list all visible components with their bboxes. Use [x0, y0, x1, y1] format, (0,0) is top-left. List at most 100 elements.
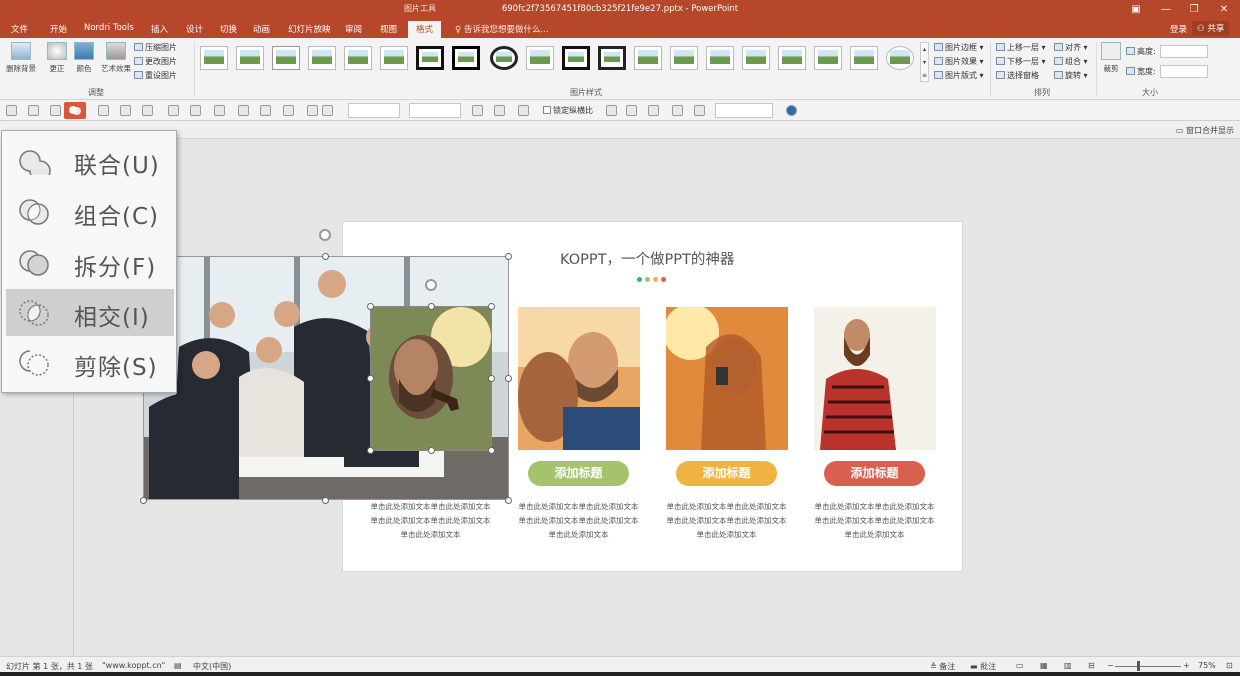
picture-layout-button[interactable]: 图片版式 ▾ [934, 70, 984, 81]
ribbon-display-icon[interactable]: ▣ [1126, 2, 1146, 18]
card-body-text[interactable]: 单击此处添加文本单击此处添加文本 单击此处添加文本单击此处添加文本 单击此处添加文本 [659, 500, 794, 542]
picture-style-option[interactable] [634, 46, 662, 70]
picture-style-option[interactable] [850, 46, 878, 70]
group-button[interactable]: 组合 ▾ [1054, 56, 1088, 67]
slideshow-view-icon[interactable]: ⊟ [1088, 661, 1095, 670]
shape-height-input[interactable] [348, 103, 400, 118]
corrections-button[interactable]: 更正 [44, 42, 70, 74]
menu-item-combine[interactable]: 组合(C) [6, 188, 174, 235]
card-photo-2[interactable] [518, 307, 640, 450]
picture-style-option[interactable] [490, 46, 518, 70]
resize-handle[interactable] [367, 375, 374, 382]
draw-tool-icon[interactable] [694, 105, 705, 116]
picture-style-option[interactable] [272, 46, 300, 70]
card-body-text[interactable]: 单击此处添加文本单击此处添加文本 单击此处添加文本单击此处添加文本 单击此处添加文本 [511, 500, 646, 542]
picture-style-option[interactable] [562, 46, 590, 70]
artistic-effects-button[interactable]: 艺术效果 [98, 42, 134, 74]
tab-slideshow[interactable]: 幻灯片放映 [288, 23, 331, 35]
resize-handle[interactable] [367, 447, 374, 454]
draw-tool-icon[interactable] [50, 105, 61, 116]
menu-item-subtract[interactable]: 剪除(S) [6, 339, 174, 386]
reading-view-icon[interactable]: ▥ [1064, 661, 1072, 670]
resize-handle[interactable] [488, 303, 495, 310]
minimize-icon[interactable]: — [1156, 2, 1176, 18]
rotate-button[interactable]: 旋转 ▾ [1054, 70, 1088, 81]
reset-picture-button[interactable]: 重设图片 [134, 70, 177, 81]
bring-forward-button[interactable]: 上移一层 ▾ [996, 42, 1046, 53]
card-body-text[interactable]: 单击此处添加文本单击此处添加文本 单击此处添加文本单击此处添加文本 单击此处添加文本 [363, 500, 498, 542]
picture-border-button[interactable]: 图片边框 ▾ [934, 42, 984, 53]
draw-tool-icon[interactable] [28, 105, 39, 116]
merge-shapes-button[interactable] [64, 102, 86, 119]
remove-background-button[interactable]: 删除背景 [4, 42, 38, 74]
menu-item-intersect[interactable]: 相交(I) [6, 289, 174, 336]
draw-tool-icon[interactable] [648, 105, 659, 116]
resize-handle[interactable] [322, 497, 329, 504]
restore-icon[interactable]: ❐ [1184, 2, 1204, 18]
zoom-out-icon[interactable]: − [1107, 661, 1114, 670]
lock-aspect-checkbox[interactable]: 锁定纵横比 [543, 105, 593, 116]
draw-tool-icon[interactable] [672, 105, 683, 116]
draw-tool-icon[interactable] [472, 105, 483, 116]
tab-design[interactable]: 设计 [186, 23, 203, 35]
rotate-handle-icon[interactable] [425, 279, 437, 291]
merge-windows-button[interactable]: ▭ 窗口合并显示 [1176, 125, 1234, 136]
picture-effects-button[interactable]: 图片效果 ▾ [934, 56, 984, 67]
bearded-man-pipe-photo[interactable] [370, 306, 492, 451]
tab-review[interactable]: 审阅 [345, 23, 362, 35]
gallery-scroll[interactable]: ▴ ▾ ≡ [920, 42, 929, 82]
picture-style-option[interactable] [200, 46, 228, 70]
fit-slide-icon[interactable]: ⊡ [1226, 661, 1233, 670]
draw-tool-icon[interactable] [168, 105, 179, 116]
draw-tool-icon[interactable] [606, 105, 617, 116]
draw-tool-icon[interactable] [98, 105, 109, 116]
picture-style-option[interactable] [670, 46, 698, 70]
draw-tool-icon[interactable] [214, 105, 225, 116]
resize-handle[interactable] [488, 447, 495, 454]
resize-handle[interactable] [140, 497, 147, 504]
align-button[interactable]: 对齐 ▾ [1054, 42, 1088, 53]
rotate-handle-icon[interactable] [319, 229, 331, 241]
picture-style-option[interactable] [742, 46, 770, 70]
card-title-pill[interactable]: 添加标题 [676, 461, 777, 486]
resize-handle[interactable] [488, 375, 495, 382]
tell-me-search[interactable]: ♀ 告诉我您想要做什么... [455, 23, 549, 35]
resize-handle[interactable] [505, 497, 512, 504]
comments-button[interactable]: ▬ 批注 [970, 661, 996, 672]
draw-tool-icon[interactable] [626, 105, 637, 116]
picture-style-option[interactable] [598, 46, 626, 70]
card-title-pill[interactable]: 添加标题 [528, 461, 629, 486]
send-backward-button[interactable]: 下移一层 ▾ [996, 56, 1046, 67]
picture-style-option[interactable] [308, 46, 336, 70]
card-photo-4[interactable] [814, 307, 936, 450]
zoom-slider-handle[interactable] [1137, 661, 1140, 671]
tab-nordri-tools[interactable]: Nordri Tools [84, 23, 134, 33]
zoom-slider[interactable] [1115, 666, 1181, 667]
draw-tool-icon[interactable] [142, 105, 153, 116]
share-button[interactable]: ⚇ 共享 [1192, 21, 1230, 36]
draw-tool-icon[interactable] [494, 105, 505, 116]
picture-style-option[interactable] [706, 46, 734, 70]
resize-handle[interactable] [428, 447, 435, 454]
draw-tool-icon[interactable] [238, 105, 249, 116]
card-title-pill[interactable]: 添加标题 [824, 461, 925, 486]
normal-view-icon[interactable]: ▭ [1016, 661, 1024, 670]
tab-file[interactable]: 文件 [11, 23, 28, 35]
picture-style-option[interactable] [886, 46, 914, 70]
zoom-in-icon[interactable]: + [1183, 661, 1190, 670]
picture-style-option[interactable] [236, 46, 264, 70]
compress-pictures-button[interactable]: 压缩图片 [134, 42, 177, 53]
draw-tool-icon[interactable] [283, 105, 294, 116]
spellcheck-icon[interactable]: ▤ [174, 661, 182, 670]
draw-tool-icon[interactable] [6, 105, 17, 116]
picture-style-option[interactable] [416, 46, 444, 70]
tab-insert[interactable]: 插入 [151, 23, 168, 35]
close-icon[interactable]: ✕ [1214, 2, 1234, 18]
resize-handle[interactable] [367, 303, 374, 310]
draw-tool-icon[interactable] [120, 105, 131, 116]
card-photo-3[interactable] [666, 307, 788, 450]
paint-bucket-icon[interactable] [786, 105, 797, 116]
notes-button[interactable]: ≜ 备注 [930, 661, 955, 672]
picture-style-option[interactable] [452, 46, 480, 70]
tab-view[interactable]: 视图 [380, 23, 397, 35]
